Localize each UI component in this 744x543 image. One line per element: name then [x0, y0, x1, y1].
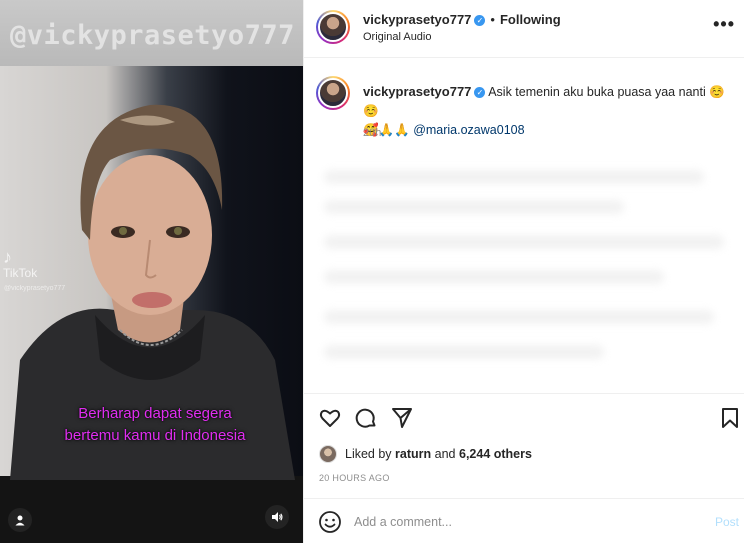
user-icon — [15, 515, 25, 526]
comment-icon[interactable] — [354, 406, 378, 430]
liker-username[interactable]: raturn — [395, 447, 431, 461]
header-separator: • — [490, 12, 495, 27]
tiktok-handle: @vickyprasetyo777 — [4, 285, 66, 292]
action-bar — [304, 393, 744, 441]
verified-badge-icon: ✓ — [474, 87, 486, 99]
tiktok-label: TikTok — [3, 266, 38, 280]
post-header: vickyprasetyo777 ✓ • Following Original Aud… — [304, 0, 744, 58]
bookmark-icon[interactable] — [718, 406, 742, 430]
following-button[interactable]: Following — [500, 12, 561, 27]
speaker-icon — [272, 512, 283, 522]
heart-icon[interactable] — [318, 406, 342, 430]
mute-button[interactable] — [265, 505, 289, 529]
tiktok-logo: ♪ TikTok — [3, 248, 37, 280]
media-watermark: @vickyprasetyo777 — [10, 20, 295, 51]
likes-others-link[interactable]: 6,244 others — [459, 447, 532, 461]
post-media[interactable]: @vickyprasetyo777 ♪ TikTok @vickyprasety… — [0, 0, 303, 543]
caption-text: vickyprasetyo777 ✓ Asik temenin aku buka … — [363, 82, 733, 140]
caption-time: 20h — [363, 127, 382, 139]
tiktok-note-icon: ♪ — [3, 247, 12, 267]
post-panel: vickyprasetyo777 ✓ • Following Original Aud… — [303, 0, 744, 543]
likes-summary: Liked by raturn and 6,244 others — [319, 444, 532, 464]
comment-input[interactable] — [354, 511, 684, 533]
caption-line-2: bertemu kamu di Indonesia — [64, 427, 246, 444]
post-timestamp: 20 HOURS AGO — [319, 473, 390, 483]
share-icon[interactable] — [390, 406, 414, 430]
add-comment-bar: Post — [304, 498, 744, 543]
header-title-row: vickyprasetyo777 ✓ • Following — [363, 12, 561, 27]
audio-link[interactable]: Original Audio — [363, 31, 432, 43]
liker-avatar[interactable] — [319, 445, 337, 463]
caption-username[interactable]: vickyprasetyo777 — [363, 84, 471, 99]
likes-conjunction: and — [434, 447, 456, 461]
verified-badge-icon: ✓ — [474, 15, 486, 27]
more-options-button[interactable]: ••• — [713, 14, 735, 35]
author-username[interactable]: vickyprasetyo777 — [363, 12, 471, 27]
user-tag-button[interactable] — [8, 508, 32, 532]
caption-author-avatar[interactable] — [316, 76, 350, 110]
mention-link[interactable]: @maria.ozawa0108 — [413, 123, 524, 137]
post-button[interactable]: Post — [715, 515, 739, 529]
emoji-icon[interactable] — [318, 510, 342, 534]
video-caption: Berharap dapat segera bertemu kamu di In… — [45, 403, 265, 447]
caption-line-1: Berharap dapat segera — [78, 405, 232, 422]
likes-prefix: Liked by — [345, 447, 392, 461]
media-bottom-band — [0, 476, 303, 543]
blurred-comments-area — [314, 160, 739, 385]
author-avatar[interactable] — [316, 10, 350, 44]
